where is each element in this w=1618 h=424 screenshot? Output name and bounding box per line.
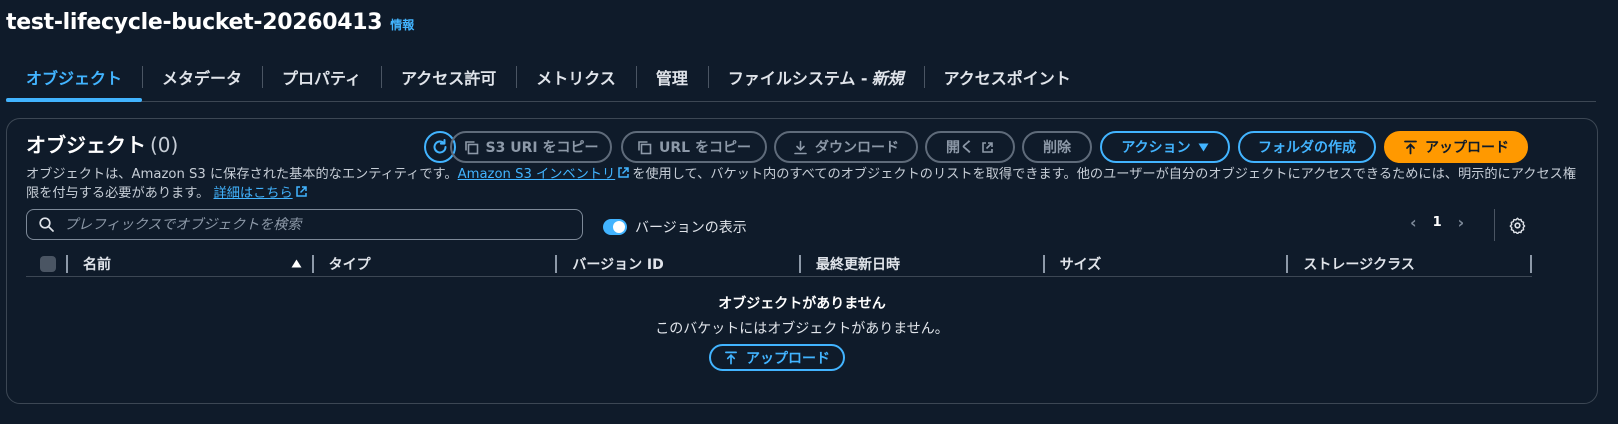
copy-icon — [638, 140, 652, 154]
column-label: バージョン ID — [572, 256, 664, 273]
copy-icon — [464, 140, 478, 154]
copy-url-button[interactable]: URL をコピー — [621, 131, 767, 163]
open-button[interactable]: 開く — [925, 131, 1015, 163]
column-header-version-id[interactable]: バージョン ID — [557, 254, 799, 274]
external-link-icon — [295, 186, 307, 197]
button-label: S3 URI をコピー — [485, 140, 599, 156]
search-field[interactable] — [26, 209, 583, 240]
next-page-icon[interactable]: › — [1458, 213, 1465, 232]
page-title: test-lifecycle-bucket-20260413 — [6, 10, 383, 35]
tab-label: ファイルシステム - — [727, 69, 868, 88]
create-folder-button[interactable]: フォルダの作成 — [1238, 131, 1376, 163]
pagination: ‹ 1 › — [1410, 213, 1464, 232]
column-label: 名前 — [82, 256, 111, 273]
previous-page-icon[interactable]: ‹ — [1410, 213, 1417, 232]
column-label: タイプ — [328, 256, 371, 273]
upload-icon — [725, 351, 737, 364]
column-header-type[interactable]: タイプ — [314, 254, 556, 274]
objects-description: オブジェクトは、Amazon S3 に保存された基本的なエンティティです。Ama… — [26, 165, 1584, 203]
tab-label: メトリクス — [536, 69, 616, 88]
new-badge: 新規 — [871, 69, 904, 88]
upload-icon — [1404, 140, 1417, 154]
external-link-icon — [618, 167, 629, 178]
info-link[interactable]: 情報 — [390, 16, 414, 33]
column-header-storage-class[interactable]: ストレージクラス — [1288, 254, 1530, 274]
column-header-name[interactable]: 名前 — [68, 254, 312, 274]
column-divider — [1530, 254, 1533, 273]
search-icon — [39, 217, 54, 232]
tab-label: 管理 — [655, 69, 688, 88]
tab-metadata[interactable]: メタデータ — [142, 62, 262, 92]
bucket-header: test-lifecycle-bucket-20260413 情報 — [6, 10, 414, 35]
upload-button[interactable]: アップロード — [1384, 131, 1528, 163]
tab-label: メタデータ — [162, 69, 243, 88]
objects-table-header: 名前 タイプ バージョン ID 最終更新日時 サイズ ストレージクラス — [26, 251, 1533, 277]
caret-down-icon — [1198, 143, 1209, 151]
tab-properties[interactable]: プロパティ — [262, 62, 381, 92]
sort-ascending-icon — [291, 259, 302, 268]
objects-title: オブジェクト — [26, 133, 146, 157]
tab-label: アクセス許可 — [401, 69, 497, 88]
objects-heading: オブジェクト (0) — [26, 129, 178, 158]
objects-count: (0) — [150, 133, 179, 157]
button-label: 削除 — [1043, 140, 1071, 156]
button-label: フォルダの作成 — [1258, 140, 1356, 156]
button-label: アップロード — [1425, 140, 1509, 156]
show-versions-label: バージョンの表示 — [635, 220, 747, 236]
empty-state-title: オブジェクトがありません — [718, 296, 886, 312]
tab-objects[interactable]: オブジェクト — [6, 62, 143, 102]
external-link-icon — [982, 141, 993, 153]
download-icon — [794, 140, 807, 154]
show-versions: バージョンの表示 — [603, 217, 747, 237]
tab-bar: オブジェクト メタデータ プロパティ アクセス許可 メトリクス 管理 ファイルシ… — [6, 62, 1596, 102]
empty-state-description: このバケットにはオブジェクトがありません。 — [655, 321, 949, 337]
objects-panel: オブジェクト (0) S3 URI をコピー URL をコピー ダウンロード 開く… — [6, 118, 1598, 404]
column-header-last-modified[interactable]: 最終更新日時 — [801, 254, 1043, 274]
column-label: 最終更新日時 — [816, 256, 901, 273]
button-label: アップロード — [746, 350, 830, 367]
button-label: URL をコピー — [659, 140, 751, 156]
tab-access-points[interactable]: アクセスポイント — [923, 62, 1091, 92]
divider — [1494, 209, 1495, 241]
tab-label: オブジェクト — [26, 69, 123, 88]
current-page[interactable]: 1 — [1433, 215, 1442, 230]
column-header-size[interactable]: サイズ — [1045, 254, 1287, 274]
button-label: アクション — [1121, 140, 1191, 156]
copy-s3-uri-button[interactable]: S3 URI をコピー — [450, 131, 612, 163]
button-label: 開く — [946, 140, 974, 156]
tab-file-system[interactable]: ファイルシステム - 新規 — [707, 62, 924, 92]
learn-more-link[interactable]: 詳細はこちら — [214, 186, 293, 201]
gear-icon — [1509, 217, 1525, 234]
actions-dropdown[interactable]: アクション — [1100, 131, 1230, 163]
tab-metrics[interactable]: メトリクス — [516, 62, 636, 92]
inventory-link[interactable]: Amazon S3 インベントリ — [458, 167, 616, 182]
tab-permissions[interactable]: アクセス許可 — [381, 62, 516, 92]
empty-state-upload-button[interactable]: アップロード — [709, 344, 845, 371]
refresh-icon — [433, 139, 447, 154]
preferences-button[interactable] — [1507, 215, 1527, 235]
description-text: オブジェクトは、Amazon S3 に保存された基本的なエンティティです。 — [26, 167, 458, 182]
button-label: ダウンロード — [815, 140, 899, 156]
tab-label: アクセスポイント — [943, 69, 1071, 88]
select-all-checkbox[interactable] — [40, 255, 56, 272]
delete-button[interactable]: 削除 — [1022, 131, 1092, 163]
tab-management[interactable]: 管理 — [635, 62, 708, 92]
column-label: サイズ — [1059, 256, 1102, 273]
tab-label: プロパティ — [282, 69, 362, 88]
column-label: ストレージクラス — [1303, 256, 1415, 273]
show-versions-toggle[interactable] — [603, 219, 627, 235]
download-button[interactable]: ダウンロード — [774, 131, 918, 163]
search-input[interactable] — [64, 216, 544, 233]
